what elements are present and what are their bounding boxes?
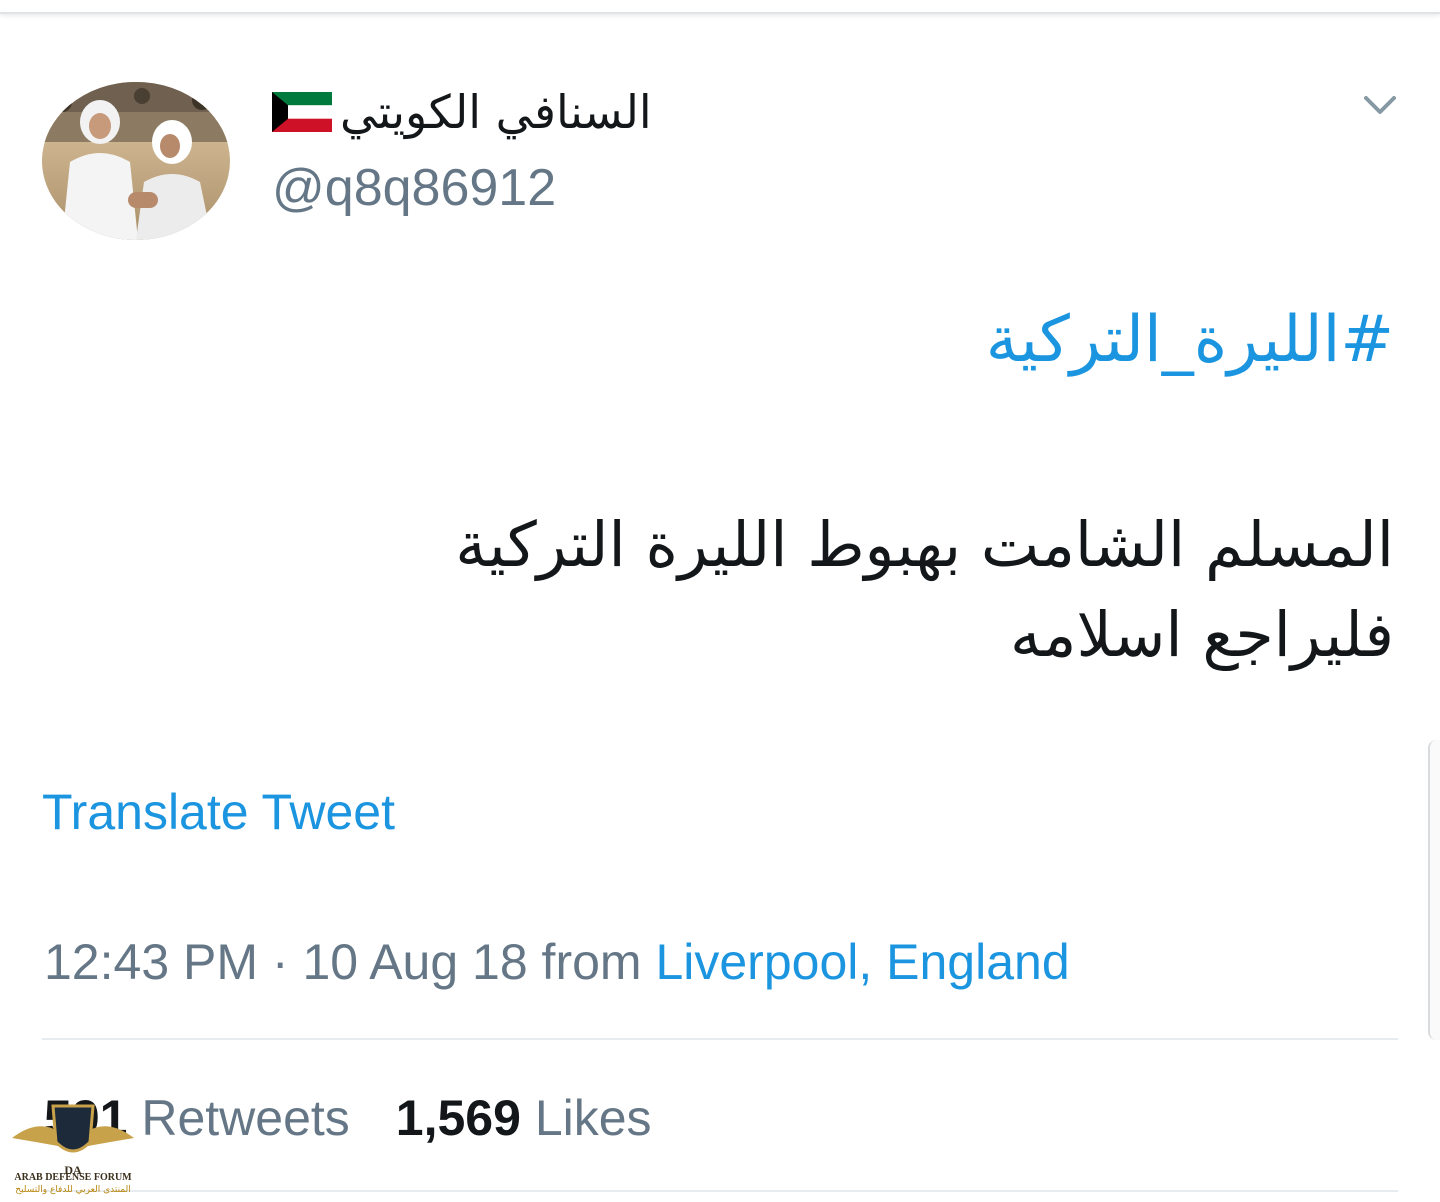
shield-wings-icon: DA [12,1104,134,1177]
kuwait-flag-icon [272,92,332,132]
translate-tweet-link[interactable]: Translate Tweet [42,782,395,842]
likes-count: 1,569 [395,1090,521,1146]
watermark-logo: DA ARAB DEFENSE FORUM المنتدى العربي للد… [8,1098,138,1200]
display-name: السنافي الكويتي [340,85,652,139]
tweet-timestamp[interactable]: 12:43 PM · 10 Aug 18 from [44,934,655,990]
likes-stat[interactable]: 1,569 Likes [396,1088,652,1148]
watermark-title: ARAB DEFENSE FORUM [14,1172,132,1183]
watermark-subtitle: المنتدى العربي للدفاع والتسليح [15,1185,131,1195]
location-link[interactable]: Liverpool, England [655,934,1069,990]
avatar-image [42,82,230,240]
divider [42,1190,1398,1192]
tweet-text-line: فليراجع اسلامه [1010,598,1394,671]
retweets-label: Retweets [141,1090,350,1146]
chevron-down-icon[interactable] [1360,90,1400,120]
author-name-row[interactable]: السنافي الكويتي [272,82,652,142]
tweet-text-line: المسلم الشامت بهبوط الليرة التركية [455,508,1394,581]
divider [42,1038,1398,1040]
hashtag-link[interactable]: #الليرة_التركية [986,300,1394,380]
user-handle[interactable]: @q8q86912 [272,158,556,218]
avatar[interactable] [42,82,230,240]
tweet-text: المسلم الشامت بهبوط الليرة التركية فليرا… [194,500,1394,680]
top-bar [0,0,1440,14]
tweet-metadata: 12:43 PM · 10 Aug 18 from Liverpool, Eng… [44,932,1070,992]
likes-label: Likes [534,1090,652,1146]
scrollbar[interactable] [1428,740,1440,1040]
